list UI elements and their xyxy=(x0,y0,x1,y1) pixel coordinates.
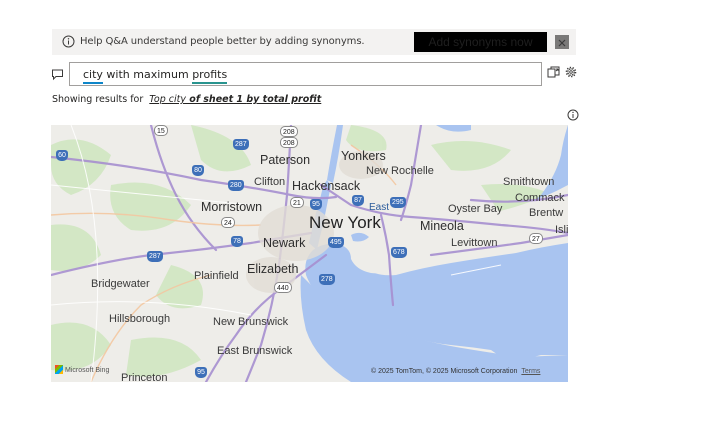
route-shield: 295 xyxy=(390,197,406,208)
route-shield: 287 xyxy=(147,251,163,262)
route-shield: 287 xyxy=(233,139,249,150)
route-shield: 95 xyxy=(195,367,207,378)
route-shield: 78 xyxy=(231,236,243,247)
map-label-new-york: New York xyxy=(309,213,381,232)
gear-icon[interactable] xyxy=(565,66,577,78)
link-part-profit: by total profit xyxy=(246,94,322,105)
map-label-bridgewater: Bridgewater xyxy=(91,278,150,290)
route-shield: 495 xyxy=(328,237,344,248)
route-shield: 24 xyxy=(221,217,235,228)
map-label-elizabeth: Elizabeth xyxy=(247,262,299,276)
qa-search-input[interactable]: city with maximum profits xyxy=(69,62,542,86)
route-shield: 278 xyxy=(319,274,335,285)
map-label-east-brunswick: East Brunswick xyxy=(217,345,293,357)
route-shield: 208 xyxy=(280,126,298,137)
map-label-clifton: Clifton xyxy=(254,176,286,188)
map-label-commack: Commack xyxy=(515,192,565,204)
map-label-east-river: East xyxy=(369,202,390,213)
query-term-city: city xyxy=(83,68,103,84)
route-shield: 27 xyxy=(529,233,543,244)
map-label-morristown: Morristown xyxy=(201,200,263,214)
map-label-newark: Newark xyxy=(263,236,306,250)
map-label-new-rochelle: New Rochelle xyxy=(366,165,434,177)
query-term-profits: profits xyxy=(192,68,228,84)
route-shield: 95 xyxy=(310,199,322,210)
terms-link[interactable]: Terms xyxy=(521,368,540,375)
map-label-smithtown: Smithtown xyxy=(503,176,555,188)
route-shield: 21 xyxy=(290,197,304,208)
close-icon[interactable] xyxy=(555,35,569,49)
bing-attribution-text: Microsoft Bing xyxy=(65,367,110,374)
map-label-oyster-bay: Oyster Bay xyxy=(448,203,503,215)
link-part-sheet: of sheet 1 xyxy=(186,94,247,105)
synonyms-banner: Help Q&A understand people better by add… xyxy=(52,29,576,55)
map-label-brentwood: Brentw xyxy=(529,207,564,219)
map-label-paterson: Paterson xyxy=(260,153,311,167)
map-label-islip: Isli xyxy=(555,224,568,236)
route-shield: 80 xyxy=(192,165,204,176)
map-label-levittown: Levittown xyxy=(451,237,498,249)
results-prefix: Showing results for xyxy=(52,94,144,105)
restated-query-link[interactable]: Top city of sheet 1 by total profit xyxy=(149,94,321,105)
route-shield: 208 xyxy=(280,137,298,148)
map-label-yonkers: Yonkers xyxy=(341,149,386,163)
query-text: city with maximum profits xyxy=(83,68,228,84)
map-label-new-brunswick: New Brunswick xyxy=(213,316,289,328)
map-label-hillsborough: Hillsborough xyxy=(109,313,171,325)
visual-info-icon[interactable] xyxy=(567,109,579,121)
link-part-city: Top city xyxy=(149,94,186,105)
map-label-mineola: Mineola xyxy=(420,219,464,233)
add-synonyms-button[interactable]: Add synonyms now xyxy=(414,32,547,52)
route-shield: 678 xyxy=(391,247,407,258)
results-line: Showing results for Top city of sheet 1 … xyxy=(52,94,321,105)
map-label-plainfield: Plainfield xyxy=(194,270,239,282)
query-term-middle: with maximum xyxy=(102,68,193,81)
info-icon xyxy=(62,35,75,48)
copyright-text: © 2025 TomTom, © 2025 Microsoft Corporat… xyxy=(371,368,518,375)
route-shield: 15 xyxy=(154,125,168,136)
route-shield: 440 xyxy=(274,282,292,293)
map-label-hackensack: Hackensack xyxy=(292,179,361,193)
chat-icon xyxy=(52,69,63,81)
bing-attribution: Microsoft Bing xyxy=(55,365,109,374)
route-shield: 280 xyxy=(228,180,244,191)
map-copyright: © 2025 TomTom, © 2025 Microsoft Corporat… xyxy=(371,368,540,375)
route-shield: 87 xyxy=(352,195,364,206)
copy-icon[interactable] xyxy=(547,66,560,79)
microsoft-logo-icon xyxy=(55,365,63,374)
map-visual[interactable]: New York Yonkers Paterson Hackensack Cli… xyxy=(51,125,568,382)
banner-message: Help Q&A understand people better by add… xyxy=(80,36,365,47)
map-label-princeton: Princeton xyxy=(121,372,168,382)
route-shield: 60 xyxy=(56,150,68,161)
